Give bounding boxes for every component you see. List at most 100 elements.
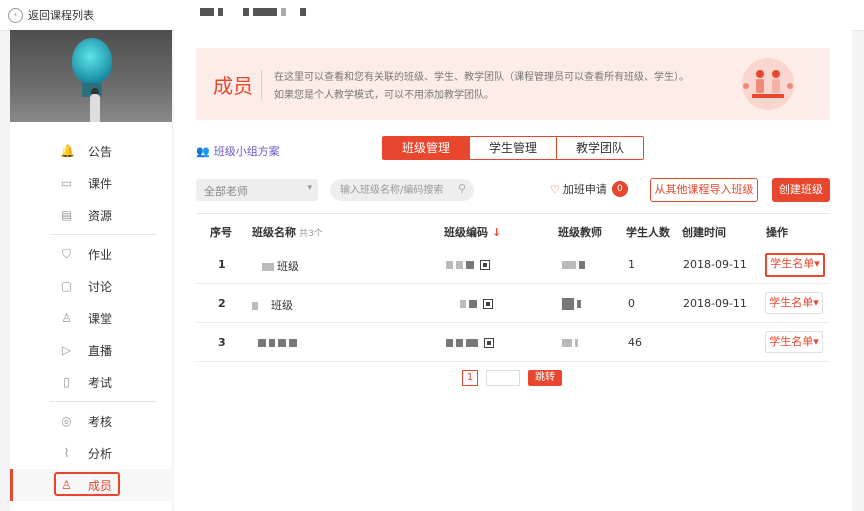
class-search-box: ⚲ bbox=[330, 179, 474, 201]
redacted-text bbox=[289, 339, 297, 347]
sidebar-item-label: 分析 bbox=[88, 446, 113, 461]
class-group-plan-link[interactable]: 👥 班级小组方案 bbox=[196, 143, 280, 159]
import-class-button[interactable]: 从其他课程导入班级 bbox=[650, 178, 758, 202]
sidebar-divider bbox=[50, 401, 157, 402]
table-row: 3 46 学生名单▾ bbox=[196, 323, 830, 362]
folder-icon: ▤ bbox=[60, 207, 73, 222]
sidebar-item-bell[interactable]: 🔔 公告 bbox=[10, 135, 172, 167]
redacted-text bbox=[562, 261, 576, 269]
header-class-teacher: 班级教师 bbox=[558, 226, 602, 239]
row-class-name-suffix: 班级 bbox=[277, 260, 299, 273]
member-tabs: 班级管理 学生管理 教学团队 bbox=[382, 136, 644, 160]
row-index: 3 bbox=[218, 336, 226, 349]
teacher-filter-select[interactable]: 全部老师 ▾ bbox=[196, 179, 318, 201]
sidebar-item-play[interactable]: ▷ 直播 bbox=[10, 334, 172, 366]
sidebar-item-label: 课堂 bbox=[88, 311, 113, 326]
sidebar-divider bbox=[50, 234, 157, 235]
redacted-text bbox=[577, 300, 581, 308]
sidebar-item-label: 公告 bbox=[88, 144, 113, 159]
back-label: 返回课程列表 bbox=[28, 9, 94, 22]
sidebar-item-book[interactable]: ▭ 课件 bbox=[10, 167, 172, 199]
header-class-code-label: 班级编码 bbox=[444, 226, 488, 239]
redacted-text bbox=[469, 300, 477, 308]
page-jump-button[interactable]: 跳转 bbox=[528, 370, 562, 386]
plan-label: 班级小组方案 bbox=[213, 145, 280, 158]
redacted-text bbox=[562, 339, 572, 347]
apply-count-badge: 0 bbox=[611, 181, 628, 197]
page-jump-input[interactable] bbox=[486, 370, 520, 386]
row-class-name: 班级 bbox=[262, 258, 299, 274]
redacted-text bbox=[446, 339, 453, 347]
header-class-name-label: 班级名称 bbox=[252, 226, 296, 239]
tab-student-management[interactable]: 学生管理 bbox=[470, 136, 557, 160]
person-icon: ♙ bbox=[61, 310, 72, 325]
sidebar-item-label: 直播 bbox=[88, 343, 113, 358]
hero-title: 成员 bbox=[213, 74, 253, 98]
student-list-button[interactable]: 学生名单▾ bbox=[765, 253, 825, 277]
row-created-time: 2018-09-11 bbox=[683, 258, 747, 271]
active-indicator bbox=[10, 469, 13, 501]
page-number-button[interactable]: 1 bbox=[462, 370, 478, 386]
chart-icon: ⌇ bbox=[63, 445, 70, 460]
qr-code-icon[interactable] bbox=[484, 338, 494, 348]
sidebar-item-member[interactable]: ♙ 成员 bbox=[10, 469, 172, 501]
exam-icon: ▯ bbox=[63, 374, 70, 389]
class-search-input[interactable] bbox=[340, 182, 452, 198]
redacted-text bbox=[466, 261, 474, 269]
redacted-text bbox=[252, 302, 258, 310]
hero-description-2: 如果您是个人教学模式，可以不用添加教学团队。 bbox=[274, 90, 494, 101]
member-icon: ♙ bbox=[61, 477, 72, 492]
sidebar-item-chat[interactable]: ▢ 讨论 bbox=[10, 270, 172, 302]
redacted-text bbox=[456, 261, 463, 269]
sidebar-item-person[interactable]: ♙ 课堂 bbox=[10, 302, 172, 334]
qr-code-icon[interactable] bbox=[480, 260, 490, 270]
row-student-count: 0 bbox=[628, 297, 635, 310]
sidebar-item-chart[interactable]: ⌇ 分析 bbox=[10, 437, 172, 469]
hero-divider bbox=[261, 70, 262, 100]
row-class-code bbox=[460, 297, 493, 310]
apply-label: 加班申请 bbox=[562, 183, 607, 196]
hero-description-1: 在这里可以查看和您有关联的班级、学生、教学团队（课程管理员可以查看所有班级、学生… bbox=[274, 72, 689, 83]
tab-class-management[interactable]: 班级管理 bbox=[382, 136, 470, 160]
sidebar: 🔔 公告 ▭ 课件 ▤ 资源 ⛉ 作业 ▢ 讨论 ♙ 课堂 ▷ 直播 ▯ 考试 ◎ 考核 ⌇ 分析 ♙ 成员 bbox=[10, 30, 172, 511]
play-icon: ▷ bbox=[61, 342, 72, 357]
bell-icon: ♡ bbox=[550, 182, 560, 196]
group-icon: 👥 bbox=[196, 144, 210, 158]
table-row: 1 班级 1 2018-09-11 学生名单▾ bbox=[196, 245, 830, 284]
row-class-name: 班级 bbox=[252, 297, 293, 313]
student-list-button[interactable]: 学生名单▾ bbox=[765, 331, 823, 353]
pagination: 1 跳转 bbox=[462, 370, 562, 386]
sidebar-item-folder[interactable]: ▤ 资源 bbox=[10, 199, 172, 231]
sidebar-item-label: 成员 bbox=[88, 478, 113, 493]
create-class-button[interactable]: 创建班级 bbox=[772, 178, 830, 202]
sort-desc-icon[interactable]: ↓ bbox=[492, 226, 501, 239]
redacted-text bbox=[446, 261, 453, 269]
qr-code-icon[interactable] bbox=[483, 299, 493, 309]
redacted-text bbox=[269, 339, 275, 347]
book-icon: ▭ bbox=[60, 175, 73, 190]
row-student-count: 46 bbox=[628, 336, 642, 349]
row-index: 1 bbox=[218, 258, 226, 271]
lightbulb-illustration bbox=[72, 38, 112, 84]
sidebar-item-shield[interactable]: ⛉ 作业 bbox=[10, 238, 172, 270]
row-class-teacher bbox=[562, 336, 581, 349]
row-created-time: 2018-09-11 bbox=[683, 297, 747, 310]
back-to-course-list-link[interactable]: ‹ 返回课程列表 bbox=[8, 7, 94, 23]
sidebar-item-label: 作业 bbox=[88, 247, 113, 262]
sidebar-item-exam[interactable]: ▯ 考试 bbox=[10, 366, 172, 398]
tab-teaching-team[interactable]: 教学团队 bbox=[557, 136, 644, 160]
search-icon[interactable]: ⚲ bbox=[458, 182, 466, 195]
row-class-teacher bbox=[562, 258, 588, 271]
sidebar-item-label: 讨论 bbox=[88, 279, 113, 294]
chevron-left-circle-icon: ‹ bbox=[8, 7, 23, 23]
shield-icon: ⛉ bbox=[61, 246, 71, 261]
sidebar-item-search-doc[interactable]: ◎ 考核 bbox=[10, 405, 172, 437]
redacted-text bbox=[466, 339, 478, 347]
figure-body bbox=[90, 94, 100, 122]
redacted-text bbox=[460, 300, 466, 308]
join-class-requests-link[interactable]: ♡ 加班申请 0 bbox=[550, 181, 628, 197]
row-class-teacher bbox=[562, 297, 584, 310]
header-action: 操作 bbox=[766, 226, 788, 239]
student-list-button[interactable]: 学生名单▾ bbox=[765, 292, 823, 314]
caret-down-icon: ▾ bbox=[307, 183, 312, 193]
